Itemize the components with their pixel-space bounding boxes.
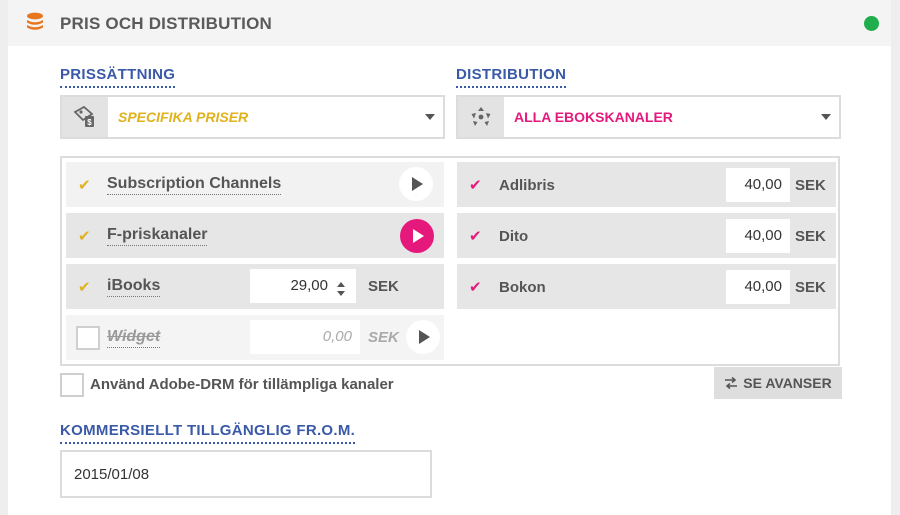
pricing-select[interactable]: $ SPECIFIKA PRISER (60, 95, 445, 139)
currency-label: SEK (368, 329, 399, 346)
play-icon[interactable] (400, 219, 434, 253)
availability-date-input[interactable]: 2015/01/08 (60, 450, 432, 498)
chevron-down-icon (425, 114, 435, 120)
pricing-selected: SPECIFIKA PRISER (118, 109, 249, 125)
price-input[interactable]: 40,00 (726, 270, 790, 304)
distribution-channel-row[interactable]: ✔ Bokon 40,00 SEK (457, 264, 836, 309)
price-tag-icon: $ (62, 97, 108, 137)
price-input[interactable]: 40,00 (726, 219, 790, 253)
swap-icon (725, 377, 738, 389)
price-distribution-panel: PRIS OCH DISTRIBUTION PRISSÄTTNING $ SPE… (8, 0, 891, 515)
check-icon: ✔ (469, 279, 482, 296)
price-input[interactable]: 0,00 (250, 320, 360, 354)
check-icon: ✔ (469, 177, 482, 194)
channel-name: Widget (107, 328, 161, 348)
pricing-label: PRISSÄTTNING (60, 66, 176, 88)
check-icon: ✔ (78, 279, 91, 296)
distribute-icon (458, 97, 504, 137)
currency-label: SEK (368, 278, 399, 295)
stepper-icon[interactable] (336, 281, 346, 297)
panel-header: PRIS OCH DISTRIBUTION (8, 0, 891, 46)
panel-title: PRIS OCH DISTRIBUTION (60, 14, 272, 33)
price-channel-row[interactable]: Widget 0,00 SEK (66, 315, 444, 360)
check-icon: ✔ (78, 177, 91, 194)
currency-label: SEK (795, 177, 826, 194)
price-channel-row[interactable]: ✔ F-priskanaler (66, 213, 444, 258)
svg-text:$: $ (87, 118, 92, 127)
distribution-channel-row[interactable]: ✔ Dito 40,00 SEK (457, 213, 836, 258)
check-icon: ✔ (469, 228, 482, 245)
price-channel-row[interactable]: ✔ Subscription Channels (66, 162, 444, 207)
play-icon[interactable] (399, 167, 433, 201)
distribution-label: DISTRIBUTION (456, 66, 567, 88)
distribution-select[interactable]: ALLA EBOKSKANALER (456, 95, 841, 139)
channel-name: Adlibris (499, 177, 555, 194)
check-icon: ✔ (78, 228, 91, 245)
price-channel-row[interactable]: ✔ iBooks 29,00 SEK (66, 264, 444, 309)
currency-label: SEK (795, 279, 826, 296)
channel-name: Bokon (499, 279, 546, 296)
channel-checkbox[interactable] (76, 326, 100, 350)
coins-icon (26, 12, 44, 39)
currency-label: SEK (795, 228, 826, 245)
channel-name: Subscription Channels (107, 175, 282, 195)
chevron-down-icon (821, 114, 831, 120)
status-indicator (864, 16, 879, 31)
advanced-button[interactable]: SE AVANSER (714, 367, 842, 399)
play-icon[interactable] (406, 320, 440, 354)
advanced-button-label: SE AVANSER (743, 375, 832, 391)
drm-checkbox[interactable] (60, 373, 84, 397)
price-input[interactable]: 40,00 (726, 168, 790, 202)
availability-label: KOMMERSIELLT TILLGÄNGLIG FR.O.M. (60, 422, 356, 444)
channel-name: F-priskanaler (107, 226, 208, 246)
distribution-channel-row[interactable]: ✔ Adlibris 40,00 SEK (457, 162, 836, 207)
drm-label: Använd Adobe-DRM för tillämpliga kanaler (90, 376, 394, 393)
channel-name: iBooks (107, 277, 161, 297)
channel-name: Dito (499, 228, 529, 245)
distribution-selected: ALLA EBOKSKANALER (514, 109, 673, 125)
